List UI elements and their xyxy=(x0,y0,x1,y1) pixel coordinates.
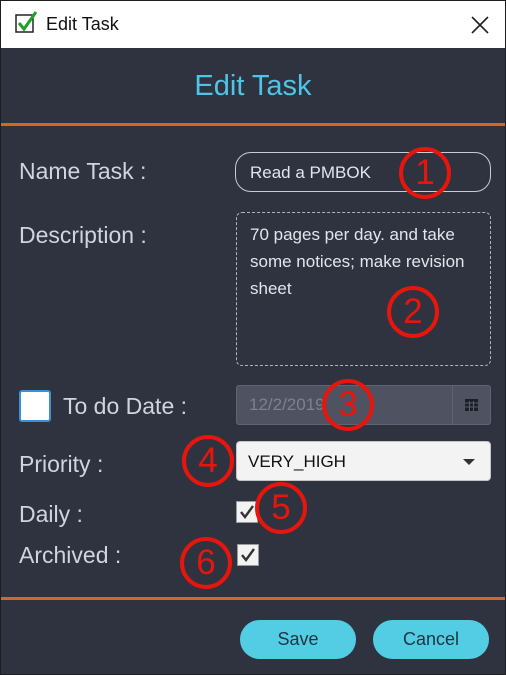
checkmark-icon xyxy=(240,505,254,519)
calendar-icon xyxy=(465,399,478,411)
top-divider xyxy=(1,123,505,126)
annotation-marker: 3 xyxy=(322,379,374,431)
description-textarea[interactable]: 70 pages per day. and take some notices;… xyxy=(236,212,491,366)
annotation-marker: 5 xyxy=(255,482,307,534)
name-task-label: Name Task : xyxy=(19,158,147,184)
name-task-input[interactable]: Read a PMBOK xyxy=(235,152,491,192)
date-picker-button[interactable] xyxy=(452,386,490,424)
annotation-marker: 6 xyxy=(180,537,232,589)
archived-checkbox[interactable] xyxy=(237,544,259,566)
close-icon[interactable] xyxy=(467,12,493,38)
description-label: Description : xyxy=(19,222,147,248)
edit-task-window: Edit Task Edit Task Name Task : Read a P… xyxy=(0,0,506,675)
todo-date-label: To do Date : xyxy=(63,393,188,419)
checkmark-icon xyxy=(241,548,255,562)
priority-label: Priority : xyxy=(19,451,104,477)
dialog-title: Edit Task xyxy=(194,70,312,102)
save-button[interactable]: Save xyxy=(240,620,356,659)
daily-label: Daily : xyxy=(19,501,83,527)
bottom-divider xyxy=(1,597,505,600)
cancel-button[interactable]: Cancel xyxy=(373,620,489,659)
annotation-marker: 4 xyxy=(182,435,234,487)
todo-date-checkbox[interactable] xyxy=(19,390,51,422)
priority-value: VERY_HIGH xyxy=(248,452,346,471)
archived-label: Archived : xyxy=(19,542,122,568)
title-bar: Edit Task xyxy=(1,1,505,48)
checkmark-icon xyxy=(15,11,38,33)
annotation-marker: 2 xyxy=(387,286,439,338)
date-value: 12/2/2019 xyxy=(249,395,325,414)
window-title: Edit Task xyxy=(46,14,119,34)
annotation-marker: 1 xyxy=(399,147,451,199)
priority-select[interactable]: VERY_HIGH xyxy=(236,441,491,481)
chevron-down-icon xyxy=(463,459,475,465)
dialog-header: Edit Task xyxy=(1,48,505,125)
